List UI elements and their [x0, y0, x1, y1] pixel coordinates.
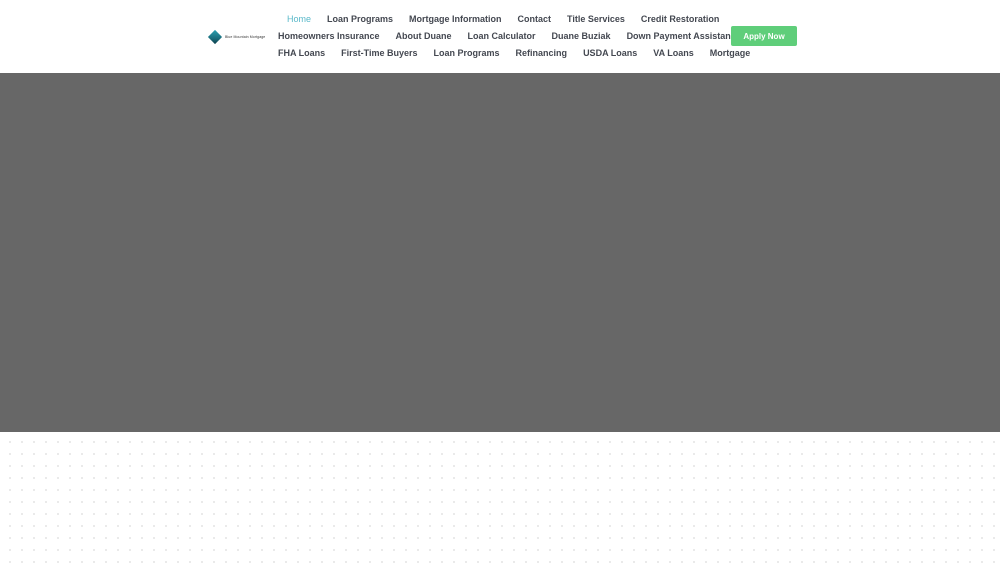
nav-link-usda-loans[interactable]: USDA Loans [583, 48, 637, 58]
dotted-background-section [0, 432, 1000, 563]
nav-link-mortgage-information[interactable]: Mortgage Information [409, 14, 502, 24]
nav-link-loan-programs-2[interactable]: Loan Programs [434, 48, 500, 58]
nav-link-down-payment-assistance[interactable]: Down Payment Assistance [627, 31, 741, 41]
site-header: Blue Mountain Mortgage Home Loan Program… [0, 0, 1000, 73]
nav-link-title-services[interactable]: Title Services [567, 14, 625, 24]
nav-link-duane-buziak[interactable]: Duane Buziak [552, 31, 611, 41]
nav-link-refinancing[interactable]: Refinancing [516, 48, 568, 58]
nav-link-fha-loans[interactable]: FHA Loans [278, 48, 325, 58]
nav-row-3: FHA Loans First-Time Buyers Loan Program… [278, 48, 750, 58]
hero-banner [0, 73, 1000, 432]
nav-link-loan-programs[interactable]: Loan Programs [327, 14, 393, 24]
nav-link-first-time-buyers[interactable]: First-Time Buyers [341, 48, 417, 58]
apply-now-button[interactable]: Apply Now [731, 26, 797, 46]
nav-link-home[interactable]: Home [287, 14, 311, 24]
nav-link-about-duane[interactable]: About Duane [396, 31, 452, 41]
nav-link-loan-calculator[interactable]: Loan Calculator [468, 31, 536, 41]
nav-link-homeowners-insurance[interactable]: Homeowners Insurance [278, 31, 380, 41]
site-logo[interactable]: Blue Mountain Mortgage [207, 29, 266, 45]
logo-diamond-icon [207, 29, 223, 45]
nav-row-1: Home Loan Programs Mortgage Information … [287, 14, 719, 24]
nav-link-mortgage[interactable]: Mortgage [710, 48, 751, 58]
nav-link-va-loans[interactable]: VA Loans [653, 48, 694, 58]
nav-row-2: Homeowners Insurance About Duane Loan Ca… [278, 31, 741, 41]
logo-text: Blue Mountain Mortgage [225, 35, 266, 39]
nav-link-credit-restoration[interactable]: Credit Restoration [641, 14, 720, 24]
nav-link-contact[interactable]: Contact [518, 14, 552, 24]
